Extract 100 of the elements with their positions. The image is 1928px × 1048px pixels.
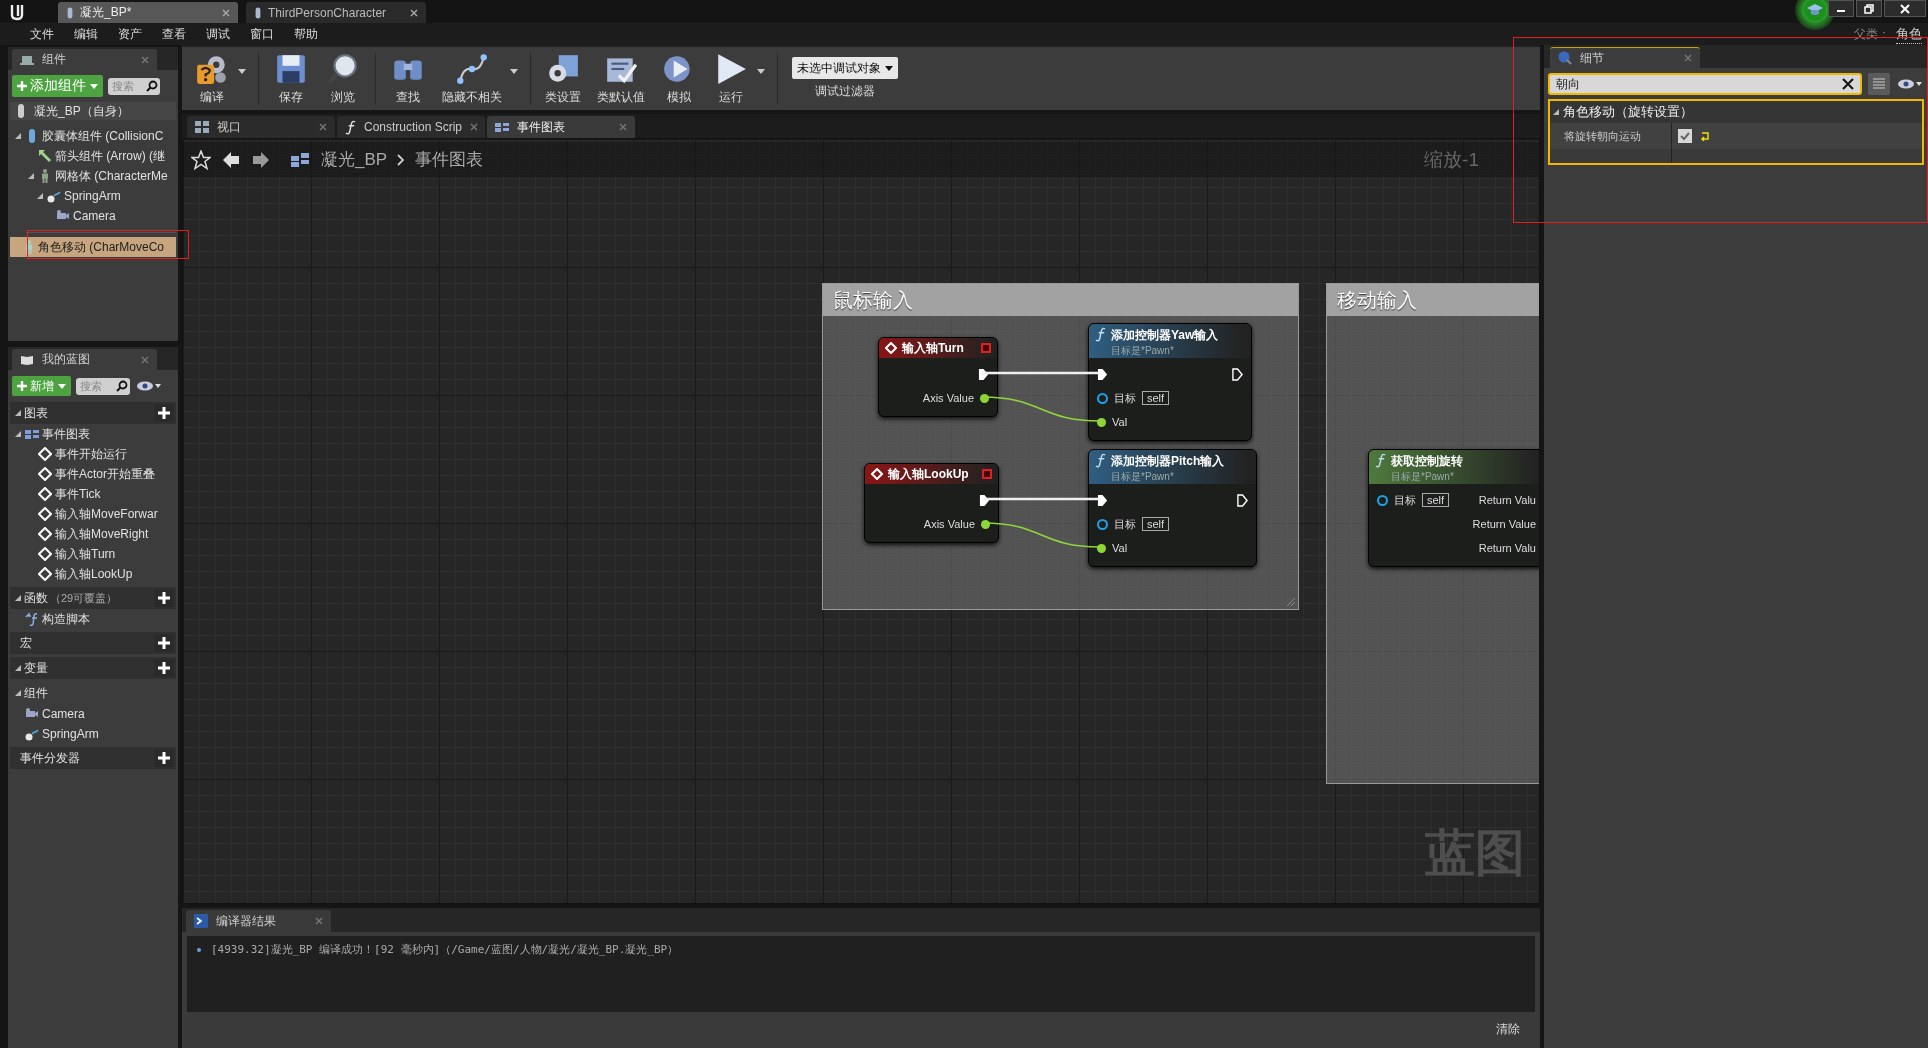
object-pin[interactable] <box>1097 392 1108 404</box>
delegate-pin[interactable] <box>981 343 991 353</box>
dropdown-arrow-icon[interactable] <box>510 69 518 74</box>
panel-tab[interactable]: 编译器结果 <box>186 910 331 932</box>
breadcrumb-link[interactable]: 凝光_BP <box>321 148 388 171</box>
tree-item[interactable]: 输入轴LookUp <box>55 565 133 583</box>
expand-arrow-icon[interactable] <box>14 430 22 438</box>
add-icon[interactable] <box>154 589 174 607</box>
reset-arrow-icon[interactable] <box>1700 131 1710 141</box>
tree-item[interactable]: Camera <box>73 209 116 223</box>
toolbar-button[interactable]: 浏览 <box>319 51 367 106</box>
tree-item[interactable]: 网格体 (CharacterMe <box>55 167 168 185</box>
self-field[interactable]: self <box>1142 517 1170 531</box>
add-icon[interactable] <box>154 749 174 767</box>
toolbar-button[interactable]: 查找 <box>384 51 432 106</box>
panel-tab[interactable]: 细节 <box>1550 47 1700 68</box>
expand-arrow-icon[interactable] <box>14 664 22 672</box>
tree-item[interactable]: 事件Actor开始重叠 <box>55 465 155 483</box>
panel-tab[interactable]: 组件 <box>12 49 157 70</box>
toolbar-button[interactable]: 保存 <box>267 51 315 106</box>
tree-item[interactable]: Camera <box>42 707 85 721</box>
toolbar-button[interactable]: 类默认值 <box>591 51 651 106</box>
graph-node[interactable]: 添加控制器Pitch输入 目标是*Pawn* 目标 self Val <box>1088 449 1257 567</box>
expand-arrow-icon[interactable] <box>27 172 35 180</box>
menu-item[interactable]: 窗口 <box>240 25 284 43</box>
debug-object-dropdown[interactable]: 未选中调试对象 <box>792 57 898 79</box>
exec-pin[interactable] <box>1232 367 1243 381</box>
self-field[interactable]: self <box>1422 493 1450 507</box>
editor-tab[interactable]: 事件图表 <box>487 116 635 138</box>
object-pin[interactable] <box>1377 494 1388 506</box>
expand-arrow-icon[interactable] <box>14 594 22 602</box>
checkbox[interactable] <box>1678 129 1692 143</box>
menu-item[interactable]: 查看 <box>152 25 196 43</box>
toolbar-button[interactable]: 运行 <box>707 51 755 106</box>
exec-pin[interactable] <box>1097 367 1108 381</box>
self-field[interactable]: self <box>1142 391 1170 405</box>
graph-node[interactable]: 输入轴LookUp Axis Value <box>864 463 999 543</box>
menu-item[interactable]: 资产 <box>108 25 152 43</box>
expand-arrow-icon[interactable] <box>1552 108 1560 116</box>
toolbar-button[interactable]: 模拟 <box>655 51 703 106</box>
graph-node[interactable]: 添加控制器Yaw输入 目标是*Pawn* 目标 self Val <box>1088 323 1252 441</box>
tree-item[interactable]: 事件Tick <box>55 485 101 503</box>
data-pin[interactable] <box>1097 543 1106 553</box>
section-header[interactable]: 组件 <box>24 684 48 702</box>
exec-pin[interactable] <box>1237 493 1248 507</box>
tree-item[interactable]: 输入轴MoveRight <box>55 525 149 543</box>
exec-pin[interactable] <box>1097 493 1108 507</box>
exec-pin[interactable] <box>978 367 989 381</box>
toolbar-button[interactable]: 隐藏不相关 <box>436 51 508 106</box>
restore-icon[interactable] <box>1864 3 1874 14</box>
mortarboard-icon[interactable] <box>1803 0 1827 22</box>
component-row[interactable]: 角色移动 (CharMoveCo <box>10 237 176 257</box>
tree-item[interactable]: 胶囊体组件 (CollisionC <box>42 127 164 145</box>
search-field[interactable]: 朝向 <box>1548 73 1862 95</box>
graph-node[interactable]: 输入轴Turn Axis Value <box>878 337 998 417</box>
tree-item[interactable]: 输入轴MoveForwar <box>55 505 158 523</box>
tree-item[interactable]: 构造脚本 <box>42 610 90 628</box>
dropdown-arrow-icon[interactable] <box>238 69 246 74</box>
tree-item[interactable]: SpringArm <box>64 189 121 203</box>
editor-tab[interactable]: Construction Scrip <box>337 116 485 138</box>
menu-item[interactable]: 调试 <box>196 25 240 43</box>
section-header[interactable]: 变量 <box>24 659 48 677</box>
exec-pin[interactable] <box>979 493 990 507</box>
tree-item[interactable]: 输入轴Turn <box>55 545 116 563</box>
document-tab[interactable]: 凝光_BP* <box>58 2 238 23</box>
clear-icon[interactable] <box>1842 78 1854 90</box>
data-pin[interactable] <box>981 519 990 529</box>
add-icon[interactable] <box>154 404 174 422</box>
eye-icon[interactable] <box>1896 78 1924 90</box>
tree-item[interactable]: SpringArm <box>42 727 99 741</box>
panel-tab[interactable]: 我的蓝图 <box>12 349 157 370</box>
menu-item[interactable]: 文件 <box>20 25 64 43</box>
section-header[interactable]: 函数 <box>24 589 48 607</box>
graph-node[interactable]: 获取控制旋转 目标是*Pawn* 目标 self Return Valu Return Value Return Valu <box>1368 449 1539 567</box>
menu-item[interactable]: 帮助 <box>284 25 328 43</box>
dropdown-arrow-icon[interactable] <box>757 69 765 74</box>
eye-icon[interactable] <box>135 380 163 392</box>
add-icon[interactable] <box>154 659 174 677</box>
expand-arrow-icon[interactable] <box>14 689 22 697</box>
forward-arrow-icon[interactable] <box>251 149 271 170</box>
tree-item[interactable]: 箭头组件 (Arrow) (继 <box>55 147 165 165</box>
toolbar-button[interactable]: 编译 <box>188 51 236 106</box>
expand-arrow-icon[interactable] <box>14 132 22 140</box>
toolbar-button[interactable]: 类设置 <box>539 51 587 106</box>
menu-item[interactable]: 编辑 <box>64 25 108 43</box>
section-header[interactable]: 宏 <box>20 634 32 652</box>
expand-arrow-icon[interactable] <box>36 192 44 200</box>
object-pin[interactable] <box>1097 518 1108 530</box>
expand-arrow-icon[interactable] <box>14 409 22 417</box>
section-header[interactable]: 图表 <box>24 404 48 422</box>
resize-grip-icon[interactable] <box>1286 597 1296 607</box>
editor-tab[interactable]: 视口 <box>187 116 335 138</box>
delegate-pin[interactable] <box>982 469 992 479</box>
close-icon[interactable] <box>410 8 418 17</box>
data-pin[interactable] <box>1097 417 1106 427</box>
data-pin[interactable] <box>980 393 989 403</box>
breadcrumb-link[interactable]: 事件图表 <box>415 148 484 171</box>
document-tab[interactable]: ThirdPersonCharacter <box>246 2 426 23</box>
tree-item[interactable]: 事件开始运行 <box>55 445 127 463</box>
star-icon[interactable] <box>191 149 211 170</box>
